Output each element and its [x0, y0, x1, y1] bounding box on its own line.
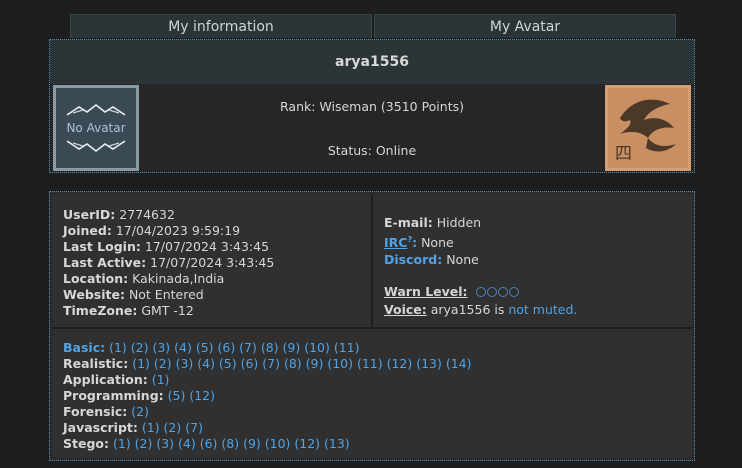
userid-row: UserID: 2774632: [63, 207, 175, 222]
challenge-row-basic: Basic: (1) (2) (3) (4) (5) (6) (7) (8) (…: [63, 340, 360, 355]
irc-row: IRC?: None: [384, 235, 454, 251]
last-login-row: Last Login: 17/07/2024 3:43:45: [63, 239, 270, 254]
contact-details: E-mail: Hidden IRC?: None Discord: None …: [373, 195, 692, 329]
challenge-row-programming: Programming: (5) (12): [63, 388, 215, 403]
rank-text: Rank: Wiseman (3510 Points): [280, 99, 464, 114]
website-row: Website: Not Entered: [63, 287, 204, 302]
challenge-row-stego: Stego: (1) (2) (3) (4) (6) (8) (9) (10) …: [63, 436, 350, 451]
user-info-panel: UserID: 2774632 Joined: 17/04/2023 9:59:…: [49, 191, 695, 461]
completed-challenges: Basic: (1) (2) (3) (4) (5) (6) (7) (8) (…: [53, 329, 692, 457]
status-text: Status: Online: [327, 143, 417, 158]
tab-my-avatar[interactable]: My Avatar: [374, 14, 676, 38]
timezone-row: TimeZone: GMT -12: [63, 303, 194, 318]
location-row: Location: Kakinada,India: [63, 271, 225, 286]
user-details: UserID: 2774632 Joined: 17/04/2023 9:59:…: [53, 195, 373, 329]
mute-status-link[interactable]: not muted.: [508, 302, 577, 317]
username-title: arya1556: [50, 40, 694, 84]
voice-row: Voice: arya1556 is not muted.: [384, 302, 578, 318]
discord-link[interactable]: Discord:: [384, 252, 442, 267]
challenge-row-realistic: Realistic: (1) (2) (3) (4) (5) (6) (7) (…: [63, 356, 472, 371]
challenge-row-javascript: Javascript: (1) (2) (7): [63, 420, 203, 435]
warn-level-row: Warn Level:: [384, 283, 577, 301]
tab-my-information[interactable]: My information: [70, 14, 372, 38]
irc-link[interactable]: IRC: [384, 235, 407, 250]
email-row: E-mail: Hidden: [384, 215, 482, 230]
avatar-glyph: 四: [615, 144, 632, 164]
profile-tabs: My information My Avatar: [70, 14, 676, 38]
discord-row: Discord: None: [384, 252, 479, 268]
no-avatar-image: No Avatar: [53, 85, 139, 171]
warn-level-link[interactable]: Warn Level:: [384, 284, 468, 299]
last-active-row: Last Active: 17/07/2024 3:43:45: [63, 255, 275, 270]
no-avatar-label: No Avatar: [66, 121, 126, 135]
challenge-row-application: Application: (1): [63, 372, 170, 387]
user-avatar-image: 四: [605, 85, 691, 171]
warn-level-indicator-icon: [475, 284, 520, 301]
voice-link[interactable]: Voice:: [384, 302, 427, 317]
joined-row: Joined: 17/04/2023 9:59:19: [63, 223, 241, 238]
profile-header: arya1556 No Avatar Rank: Wiseman (3510 P…: [49, 39, 695, 173]
challenge-row-forensic: Forensic: (2): [63, 404, 149, 419]
